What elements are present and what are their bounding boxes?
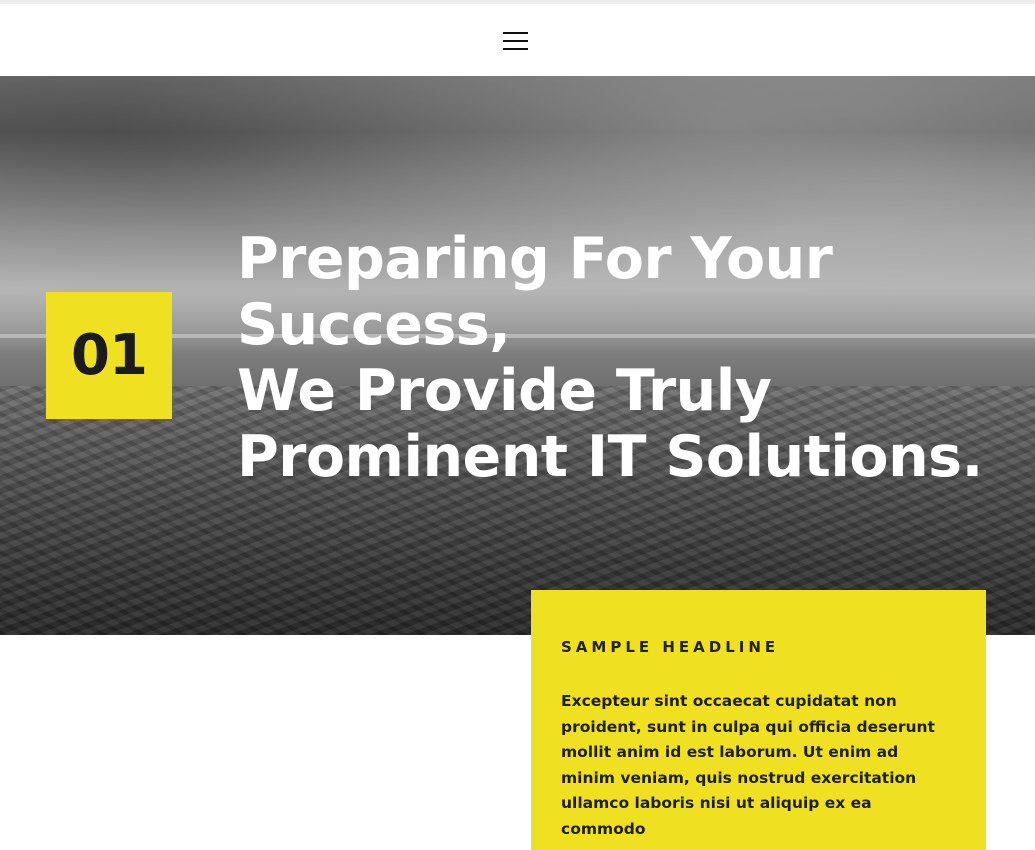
hero-title-line-3: We Provide Truly (237, 358, 772, 424)
slide-number: 01 (71, 323, 148, 388)
card-headline: SAMPLE HEADLINE (561, 638, 780, 656)
hamburger-menu-icon[interactable] (503, 32, 529, 50)
feature-card: SAMPLE HEADLINE Excepteur sint occaecat … (531, 590, 986, 850)
hero-title-line-2: Success, (237, 292, 511, 358)
card-body-text: Excepteur sint occaecat cupidatat non pr… (561, 692, 935, 838)
hero-title: Preparing For Your Success, We Provide T… (237, 226, 1027, 490)
slide-number-badge: 01 (46, 292, 172, 419)
site-header (0, 4, 1035, 76)
hero-title-line-4: Prominent IT Solutions. (237, 424, 983, 490)
hero-title-line-1: Preparing For Your (237, 226, 833, 292)
